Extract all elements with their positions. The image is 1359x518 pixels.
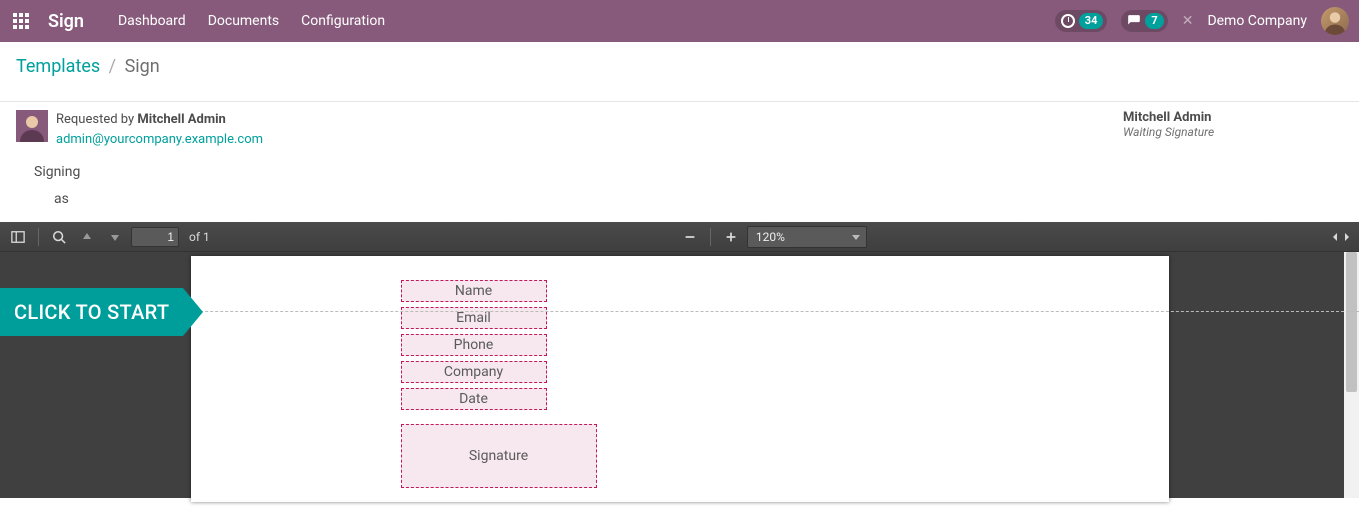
activity-indicator[interactable]: 34 [1055,10,1108,32]
nav-configuration[interactable]: Configuration [301,13,385,29]
pdf-viewer: CLICK TO START Name Email Phone Company … [0,252,1359,498]
pdf-toolbar: of 1 120% [0,222,1359,252]
activity-badge: 34 [1079,13,1104,29]
request-right: Mitchell Admin Waiting Signature [1123,110,1343,149]
zoom-in-icon[interactable] [719,226,743,248]
field-company[interactable]: Company [401,361,547,383]
clock-icon [1061,14,1075,28]
company-name[interactable]: Demo Company [1207,13,1307,29]
field-signature[interactable]: Signature [401,424,597,488]
top-nav: Sign Dashboard Documents Configuration 3… [0,0,1359,42]
request-info: Requested by Mitchell Admin admin@yourco… [0,101,1359,149]
zoom-select[interactable]: 120% [747,226,867,248]
breadcrumb-current: Sign [125,56,160,77]
signing-label: Signing [34,159,1359,186]
cta-wrap: CLICK TO START [0,288,183,336]
nav-menu: Dashboard Documents Configuration [118,13,385,29]
requested-by-label: Requested by [56,112,137,127]
search-icon[interactable] [47,226,71,248]
breadcrumb-bar: Templates / Sign [0,42,1359,101]
scrollbar-thumb[interactable] [1346,252,1357,392]
scrollbar-track[interactable] [1344,252,1359,498]
pdf-wrap: of 1 120% CLICK TO START Name Email Ph [0,222,1359,498]
next-page-icon[interactable] [103,226,127,248]
nav-documents[interactable]: Documents [208,13,279,29]
requester-email[interactable]: admin@yourcompany.example.com [56,130,263,150]
request-left: Requested by Mitchell Admin admin@yourco… [16,110,263,149]
breadcrumb-separator: / [109,56,116,77]
document-page: Name Email Phone Company Date Signature [191,256,1169,502]
breadcrumb-root[interactable]: Templates [16,56,100,77]
requester-avatar [16,110,48,142]
messages-badge: 7 [1145,13,1163,29]
signing-as-label: as [34,186,1359,213]
prev-page-icon[interactable] [75,226,99,248]
request-text: Requested by Mitchell Admin admin@yourco… [56,110,263,149]
apps-icon[interactable] [0,0,42,42]
chat-icon [1127,14,1141,28]
guide-line [0,311,1359,312]
sidebar-toggle-icon[interactable] [6,226,30,248]
field-phone[interactable]: Phone [401,334,547,356]
click-to-start-button[interactable]: CLICK TO START [0,288,183,336]
nav-right: 34 7 ✕ Demo Company [1055,7,1349,35]
zoom-out-icon[interactable] [678,226,702,248]
apps-grid-icon [13,13,29,29]
page-number-input[interactable] [131,227,179,247]
close-icon[interactable]: ✕ [1182,13,1194,29]
page-total-label: of 1 [183,230,216,244]
zoom-value: 120% [756,230,785,244]
messages-indicator[interactable]: 7 [1121,10,1167,32]
field-date[interactable]: Date [401,388,547,410]
signer-name: Mitchell Admin [1123,110,1343,125]
breadcrumb: Templates / Sign [16,56,1343,77]
app-brand[interactable]: Sign [42,11,106,32]
avatar[interactable] [1321,7,1349,35]
tools-icon[interactable] [1329,226,1353,248]
signing-as-block: Signing as [0,149,1359,222]
signer-status: Waiting Signature [1123,125,1343,139]
requester-name: Mitchell Admin [137,112,225,127]
field-name[interactable]: Name [401,280,547,302]
nav-dashboard[interactable]: Dashboard [118,13,186,29]
